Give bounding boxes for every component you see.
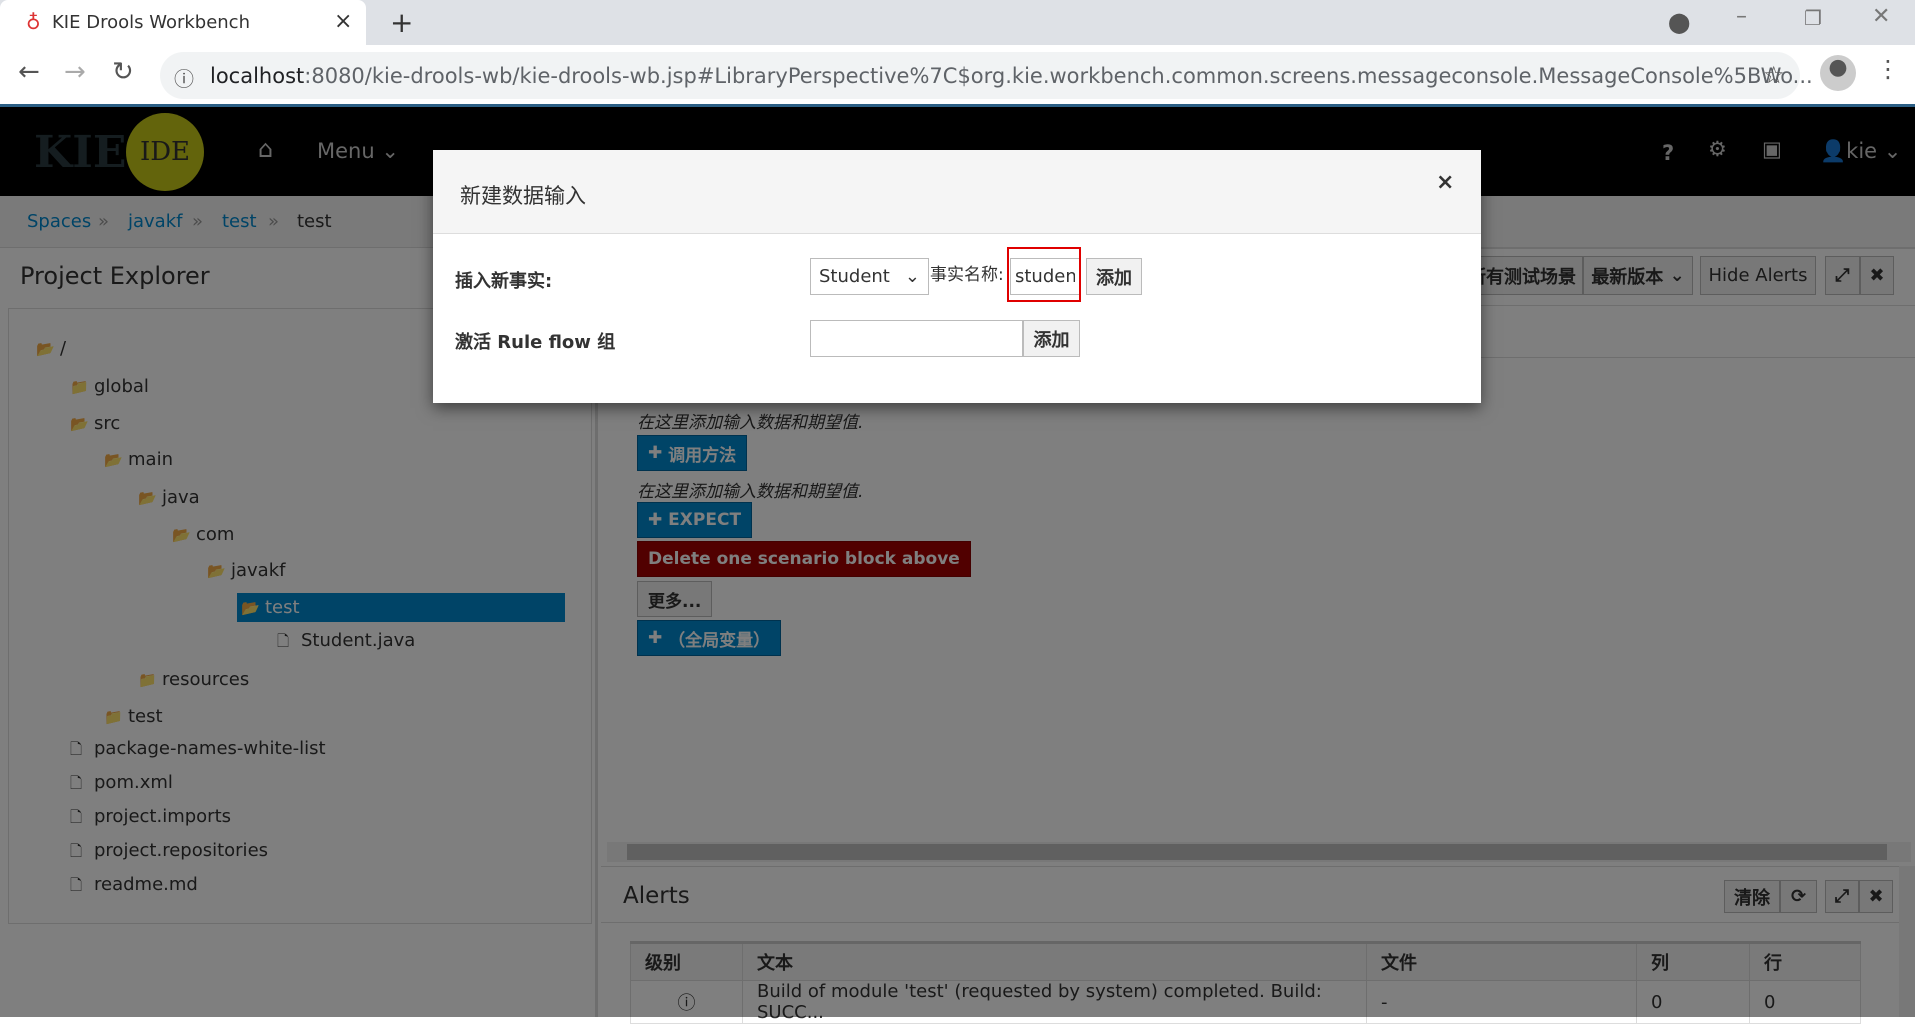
address-bar-row: ← → ↻ ⓘ localhost:8080/kie-drools-wb/kie… [0,45,1915,106]
insert-fact-label: 插入新事实: [455,271,553,292]
fact-name-label: 事实名称: [930,265,1004,285]
tab-title: KIE Drools Workbench [52,12,250,33]
profile-dropdown-icon[interactable]: ⬤ [1668,10,1690,34]
minimize-icon[interactable]: – [1736,4,1747,29]
url-text: localhost:8080/kie-drools-wb/kie-drools-… [210,64,1813,88]
account-avatar-icon[interactable]: ● [1820,55,1856,91]
back-icon[interactable]: ← [18,57,40,87]
add-fact-button[interactable]: 添加 [1086,258,1142,295]
fact-type-select[interactable]: Student ⌄ [810,258,929,295]
forward-icon[interactable]: → [64,57,86,87]
favicon-icon: ♁ [26,10,41,34]
new-data-input-dialog: 新建数据输入 × 插入新事实: Student⌄ 事实名称: 添加 激活 Rul… [433,150,1481,403]
close-icon[interactable]: × [1436,170,1454,195]
more-menu-icon[interactable]: ⋮ [1876,55,1900,83]
add-ruleflow-button[interactable]: 添加 [1023,320,1080,357]
bookmark-star-icon[interactable]: ☆ [1763,61,1785,89]
browser-tabbar: ♁ KIE Drools Workbench × + ⬤ – ❐ ✕ [0,0,1915,45]
dialog-header: 新建数据输入 × [433,150,1481,234]
reload-icon[interactable]: ↻ [112,57,134,87]
url-input[interactable]: ⓘ localhost:8080/kie-drools-wb/kie-drool… [160,52,1813,99]
ruleflow-group-label: 激活 Rule flow 组 [455,332,616,353]
browser-tab[interactable]: ♁ KIE Drools Workbench × [0,0,366,45]
dialog-title: 新建数据输入 [460,184,586,208]
new-tab-icon[interactable]: + [390,6,413,39]
restore-icon[interactable]: ❐ [1804,6,1822,30]
chevron-down-icon: ⌄ [904,266,920,287]
ruleflow-group-input[interactable] [810,320,1023,357]
close-window-icon[interactable]: ✕ [1872,4,1890,29]
highlight-box [1007,247,1081,302]
info-icon: ⓘ [174,67,194,91]
close-tab-icon[interactable]: × [334,9,352,34]
